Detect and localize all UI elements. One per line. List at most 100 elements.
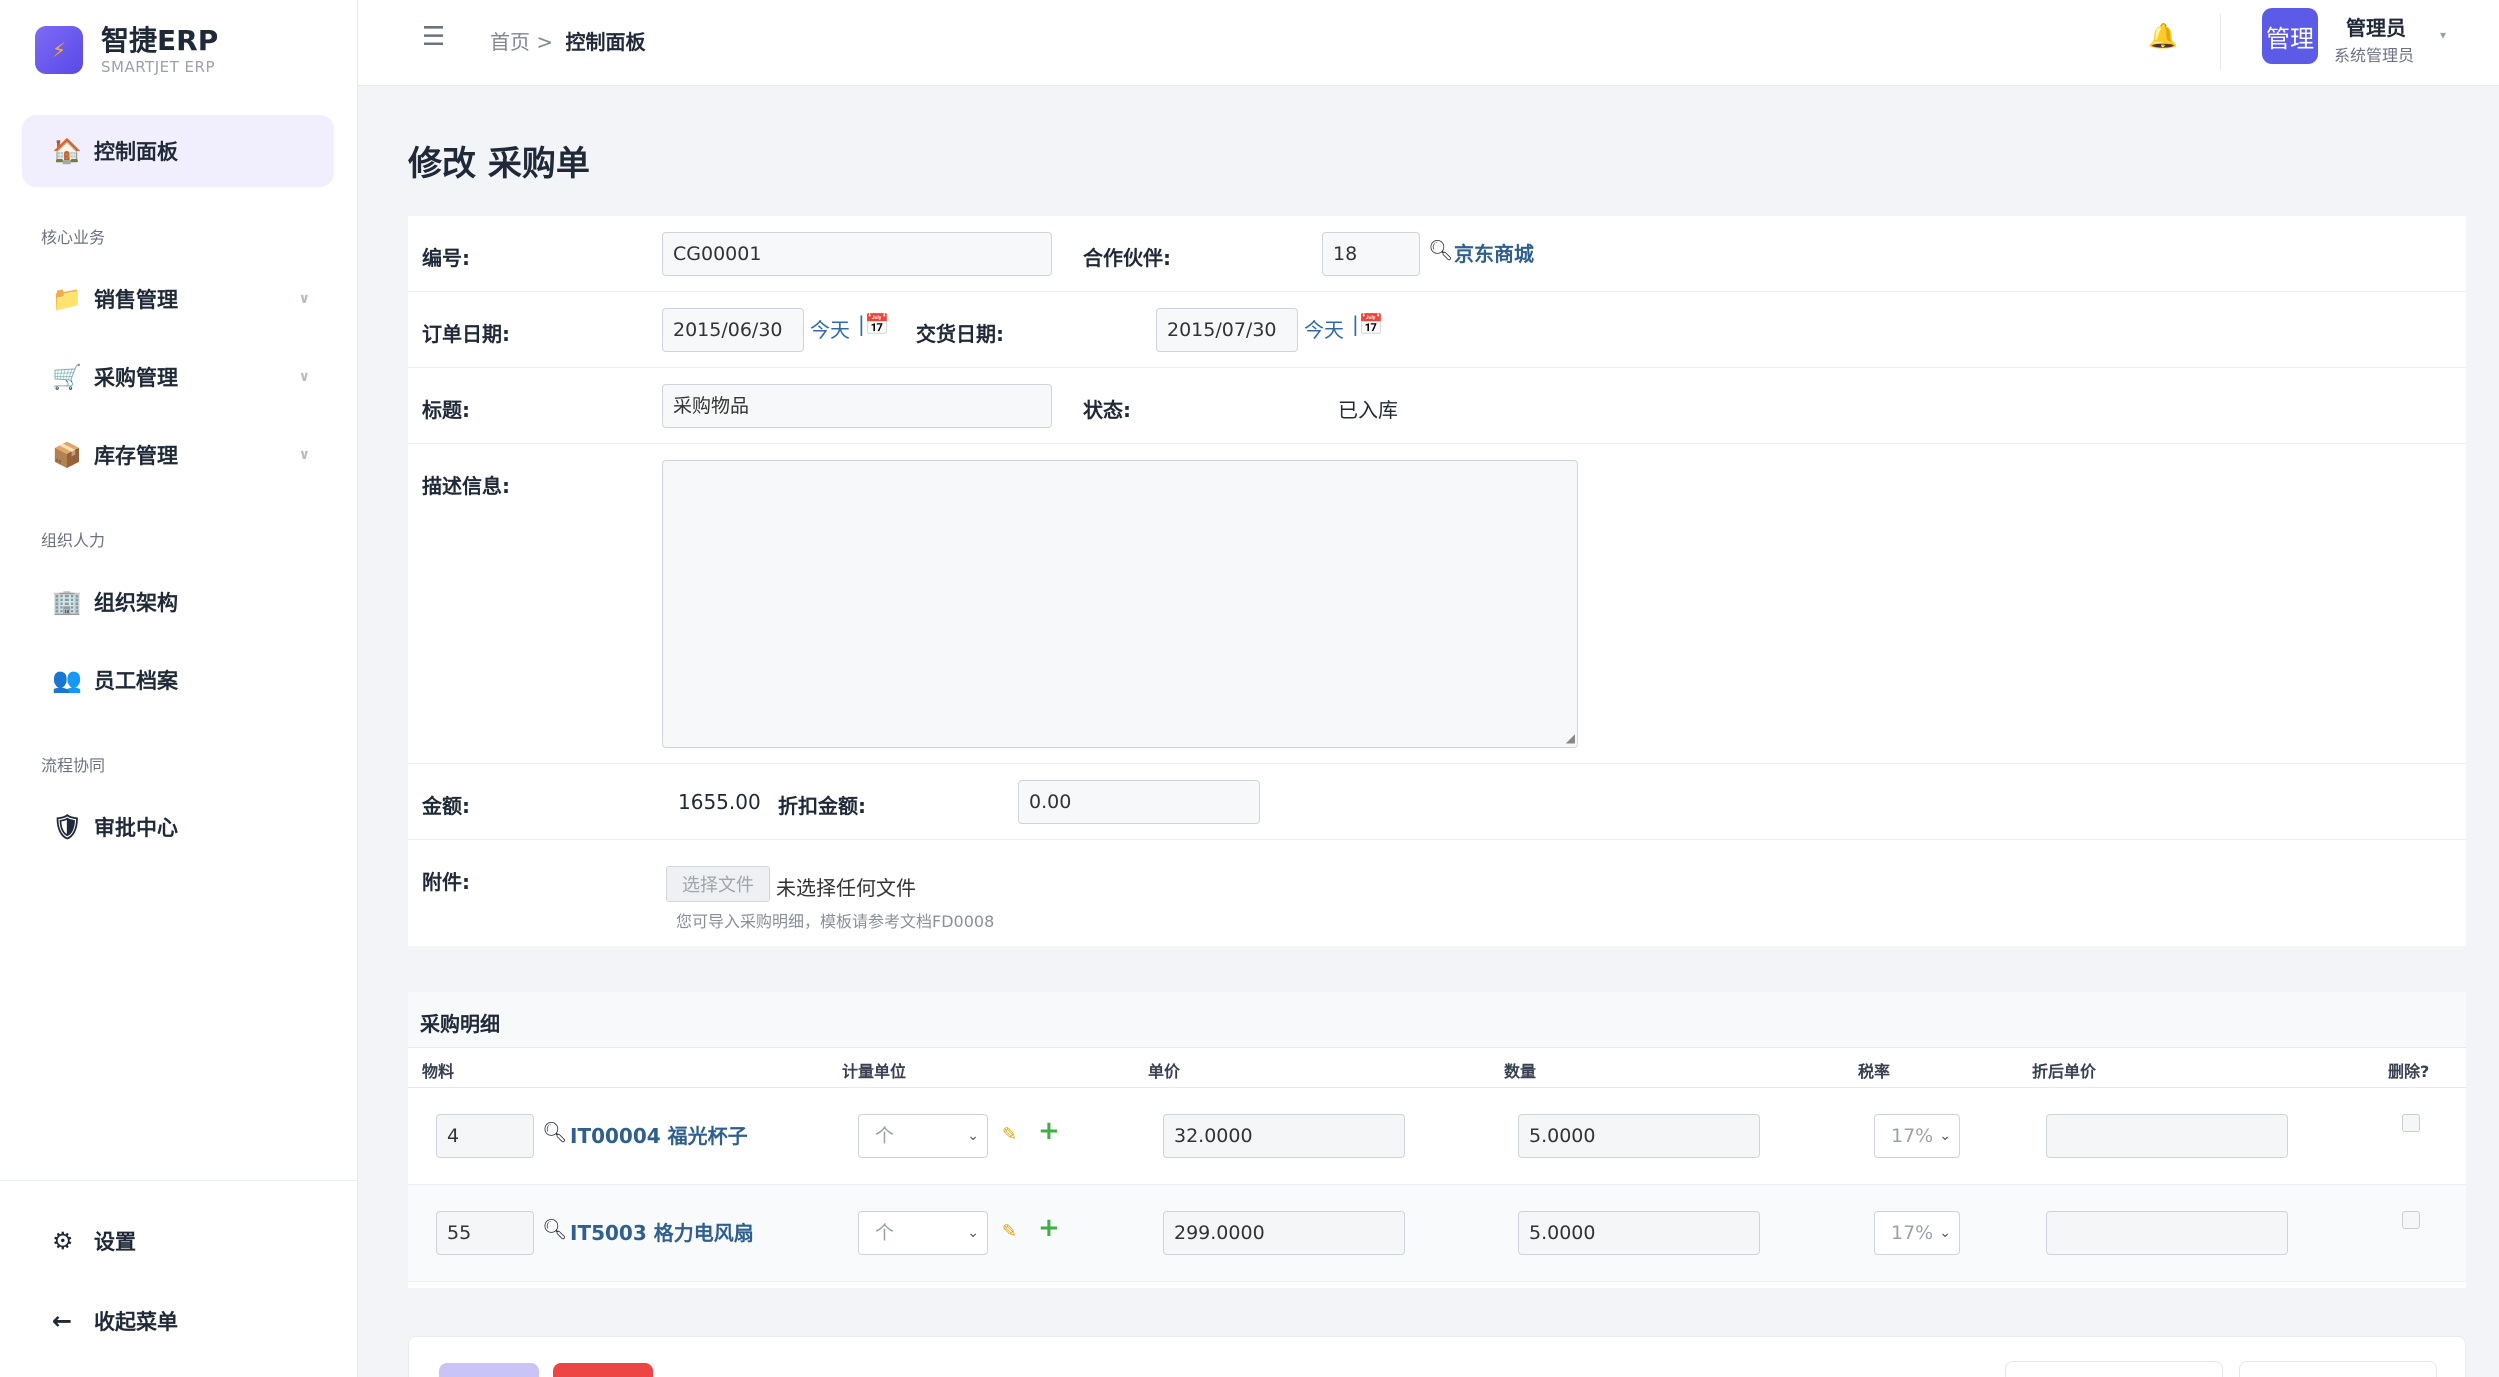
qty-input[interactable]: 5.0000 bbox=[1518, 1114, 1760, 1158]
qty-input[interactable]: 5.0000 bbox=[1518, 1211, 1760, 1255]
order-date-label: 订单日期: bbox=[422, 322, 510, 346]
order-today-link[interactable]: 今天 bbox=[810, 314, 850, 343]
code-input[interactable]: CG00001 bbox=[662, 232, 1052, 276]
sidebar-item-purchase[interactable]: 🛒 采购管理 ∨ bbox=[22, 341, 334, 413]
disc-price-input[interactable] bbox=[2046, 1114, 2288, 1158]
sidebar-divider bbox=[0, 1180, 357, 1181]
sidebar-item-settings[interactable]: ⚙ 设置 bbox=[22, 1205, 334, 1277]
menu-toggle-icon[interactable]: ☰ bbox=[422, 22, 445, 52]
calendar-icon[interactable]: |📅 bbox=[1352, 312, 1384, 336]
resize-grip-icon[interactable]: ◢ bbox=[1566, 731, 1575, 745]
order-date-input[interactable]: 2015/06/30 bbox=[662, 308, 804, 352]
user-name[interactable]: 管理员 bbox=[2346, 12, 2406, 41]
detail-title: 采购明细 bbox=[420, 1012, 500, 1036]
partner-name-link[interactable]: 京东商城 bbox=[1454, 238, 1534, 267]
secondary-button[interactable] bbox=[2005, 1361, 2223, 1377]
sidebar: ⚡ 智捷ERP SMARTJET ERP 🏠 控制面板 核心业务 📁 销售管理 … bbox=[0, 0, 358, 1377]
sidebar-item-label: 设置 bbox=[94, 1230, 136, 1254]
collapse-menu-button[interactable]: ← 收起菜单 bbox=[22, 1285, 334, 1357]
sidebar-item-dashboard[interactable]: 🏠 控制面板 bbox=[22, 115, 334, 187]
sidebar-item-approval[interactable]: 🛡 审批中心 bbox=[22, 791, 334, 863]
table-row: 4 🔍︎ IT00004 福光杯子 个 ⌄ ✎ + 32.0000 5.0000… bbox=[408, 1088, 2466, 1185]
sidebar-item-org[interactable]: 🏢 组织架构 bbox=[22, 566, 334, 638]
title-input[interactable]: 采购物品 bbox=[662, 384, 1052, 428]
unit-select[interactable]: 个 ⌄ bbox=[858, 1114, 988, 1158]
brand[interactable]: ⚡ 智捷ERP SMARTJET ERP bbox=[35, 24, 218, 76]
delete-button[interactable] bbox=[553, 1363, 653, 1377]
collapse-menu-label: 收起菜单 bbox=[94, 1310, 178, 1334]
delete-checkbox[interactable] bbox=[2402, 1114, 2420, 1132]
sidebar-item-employees[interactable]: 👥 员工档案 bbox=[22, 644, 334, 716]
col-item: 物料 bbox=[422, 1062, 455, 1081]
save-button[interactable] bbox=[439, 1363, 539, 1377]
brand-logo-icon: ⚡ bbox=[35, 26, 83, 74]
chevron-down-icon: ∨ bbox=[298, 291, 310, 307]
plus-icon[interactable]: + bbox=[1038, 1116, 1060, 1146]
arrow-left-icon: ← bbox=[52, 1307, 73, 1335]
status-value: 已入库 bbox=[1338, 398, 1398, 422]
delivery-date-input[interactable]: 2015/07/30 bbox=[1156, 308, 1298, 352]
sidebar-item-label: 采购管理 bbox=[94, 366, 178, 390]
price-input[interactable]: 299.0000 bbox=[1163, 1211, 1405, 1255]
price-input[interactable]: 32.0000 bbox=[1163, 1114, 1405, 1158]
building-icon: 🏢 bbox=[52, 588, 82, 616]
item-id-input[interactable]: 55 bbox=[436, 1211, 534, 1255]
chevron-down-icon: ⌄ bbox=[1939, 1128, 1951, 1144]
choose-file-button[interactable]: 选择文件 bbox=[666, 866, 770, 902]
discount-input[interactable]: 0.00 bbox=[1018, 780, 1260, 824]
avatar[interactable]: 管理 bbox=[2262, 8, 2318, 64]
nav-group-core: 核心业务 bbox=[41, 228, 106, 247]
title-label: 标题: bbox=[422, 398, 470, 422]
tax-select[interactable]: 17% ⌄ bbox=[1874, 1211, 1960, 1255]
plus-icon[interactable]: + bbox=[1038, 1213, 1060, 1243]
pencil-icon[interactable]: ✎ bbox=[1002, 1221, 1017, 1242]
partner-id-input[interactable]: 18 bbox=[1322, 232, 1420, 276]
sidebar-item-label: 审批中心 bbox=[94, 816, 178, 840]
gear-icon: ⚙ bbox=[52, 1227, 74, 1255]
delivery-today-link[interactable]: 今天 bbox=[1304, 314, 1344, 343]
breadcrumb-current: 控制面板 bbox=[565, 30, 646, 54]
chevron-down-icon: ∨ bbox=[298, 447, 310, 463]
attach-label: 附件: bbox=[422, 870, 470, 894]
tax-select-value: 17% bbox=[1891, 1125, 1934, 1147]
delivery-date-label: 交货日期: bbox=[916, 322, 1004, 346]
chevron-down-icon: ⌄ bbox=[1939, 1225, 1951, 1241]
page-title: 修改 采购单 bbox=[408, 144, 590, 184]
bell-icon[interactable]: 🔔 bbox=[2148, 22, 2178, 50]
code-label: 编号: bbox=[422, 246, 470, 270]
unit-select-value: 个 bbox=[875, 1222, 895, 1244]
sidebar-item-label: 销售管理 bbox=[94, 288, 178, 312]
delete-checkbox[interactable] bbox=[2402, 1211, 2420, 1229]
chevron-down-icon: ∨ bbox=[298, 369, 310, 385]
form-row-dates: 订单日期: 2015/06/30 今天 |📅 交货日期: 2015/07/30 … bbox=[408, 292, 2466, 368]
table-header: 物料 计量单位 单价 数量 税率 折后单价 删除? bbox=[408, 1048, 2466, 1088]
item-name-link[interactable]: IT00004 福光杯子 bbox=[570, 1120, 748, 1149]
breadcrumb: 首页 > 控制面板 bbox=[490, 26, 645, 55]
tax-select[interactable]: 17% ⌄ bbox=[1874, 1114, 1960, 1158]
tax-select-value: 17% bbox=[1891, 1222, 1934, 1244]
calendar-icon[interactable]: |📅 bbox=[858, 312, 890, 336]
sidebar-item-sales[interactable]: 📁 销售管理 ∨ bbox=[22, 263, 334, 335]
brand-name: 智捷ERP bbox=[101, 24, 219, 57]
topbar: ☰ 首页 > 控制面板 🔔 管理 管理员 系统管理员 ▾ bbox=[358, 0, 2499, 86]
users-icon: 👥 bbox=[52, 666, 82, 694]
sidebar-item-inventory[interactable]: 📦 库存管理 ∨ bbox=[22, 419, 334, 491]
search-icon[interactable]: 🔍︎ bbox=[542, 1217, 567, 1241]
nav-group-org: 组织人力 bbox=[41, 531, 106, 550]
pencil-icon[interactable]: ✎ bbox=[1002, 1124, 1017, 1145]
purchase-form: 编号: CG00001 合作伙伴: 18 🔍︎ 京东商城 订单日期: 2015/… bbox=[408, 216, 2466, 946]
search-icon[interactable]: 🔍︎ bbox=[542, 1120, 567, 1144]
sidebar-item-label: 库存管理 bbox=[94, 444, 178, 468]
item-name-link[interactable]: IT5003 格力电风扇 bbox=[570, 1217, 754, 1246]
search-icon[interactable]: 🔍︎ bbox=[1428, 238, 1453, 262]
chevron-down-icon: ⌄ bbox=[967, 1128, 979, 1144]
disc-price-input[interactable] bbox=[2046, 1211, 2288, 1255]
secondary-button[interactable] bbox=[2239, 1361, 2437, 1377]
unit-select-value: 个 bbox=[875, 1125, 895, 1147]
item-id-input[interactable]: 4 bbox=[436, 1114, 534, 1158]
caret-down-icon[interactable]: ▾ bbox=[2440, 28, 2446, 42]
desc-textarea[interactable]: ◢ bbox=[662, 460, 1578, 748]
breadcrumb-home[interactable]: 首页 > bbox=[490, 30, 553, 54]
status-label: 状态: bbox=[1083, 398, 1131, 422]
unit-select[interactable]: 个 ⌄ bbox=[858, 1211, 988, 1255]
